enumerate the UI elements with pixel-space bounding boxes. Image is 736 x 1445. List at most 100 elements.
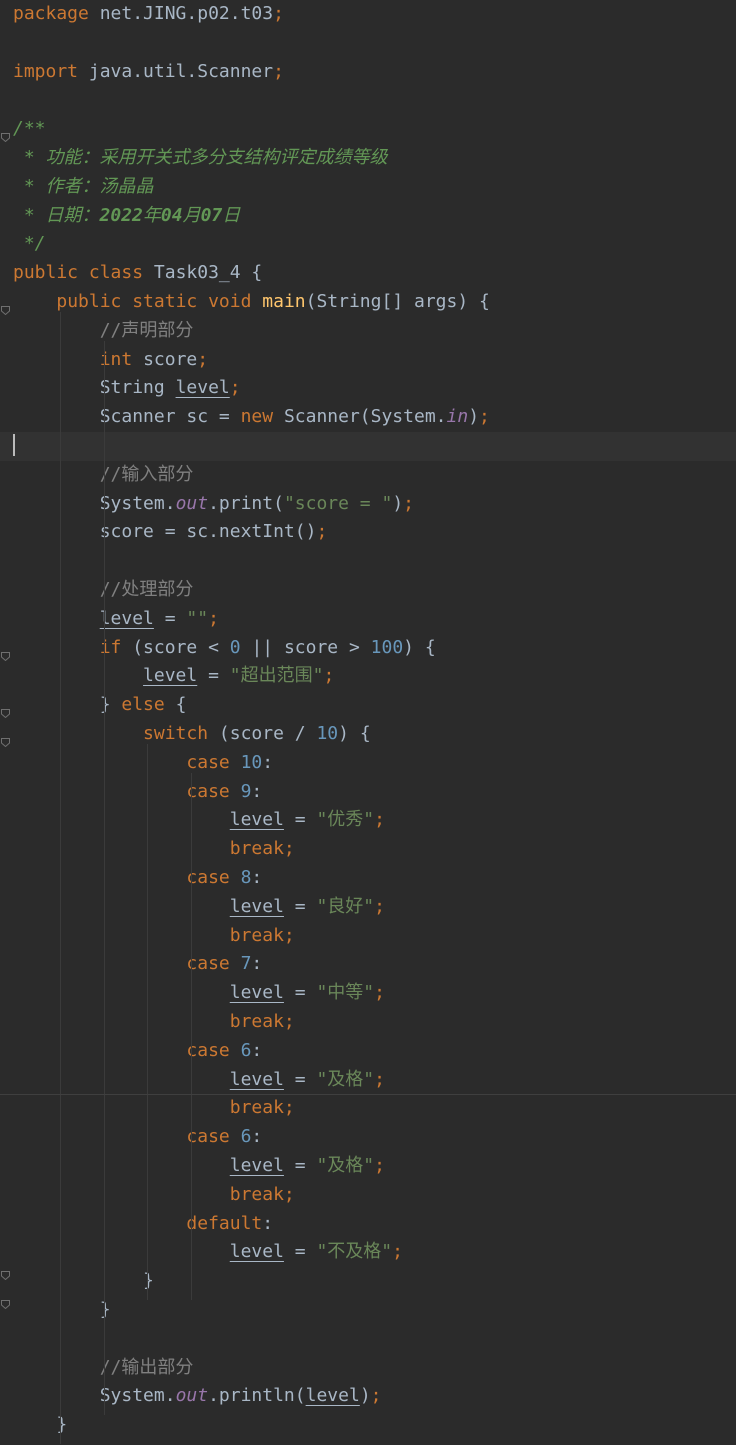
code-line[interactable] xyxy=(0,86,736,115)
code-line[interactable] xyxy=(0,1325,736,1354)
fold-marker-icon[interactable] xyxy=(1,1300,10,1309)
code-line[interactable]: int score; xyxy=(0,346,736,375)
code-line[interactable] xyxy=(0,29,736,58)
code-token: public class xyxy=(13,262,154,284)
code-token: : xyxy=(262,751,274,773)
fold-marker-icon[interactable] xyxy=(1,1271,10,1281)
code-line[interactable]: } xyxy=(0,1411,736,1440)
code-line[interactable]: level = "中等"; xyxy=(0,979,736,1008)
code-line[interactable]: } xyxy=(0,1296,736,1325)
code-line[interactable]: case 10: xyxy=(0,749,736,778)
fold-marker-icon[interactable] xyxy=(1,738,10,747)
code-token: ; xyxy=(229,377,241,399)
code-line[interactable]: level = "不及格"; xyxy=(0,1238,736,1267)
code-line[interactable]: case 9: xyxy=(0,778,736,807)
code-line[interactable]: level = "良好"; xyxy=(0,893,736,922)
code-line[interactable]: case 6: xyxy=(0,1123,736,1152)
code-line[interactable]: */ xyxy=(0,230,736,259)
code-line[interactable]: System.out.println(level); xyxy=(0,1382,736,1411)
code-token: 04 xyxy=(160,204,183,226)
indent-guide xyxy=(103,340,105,1416)
code-line[interactable]: level = "优秀"; xyxy=(0,806,736,835)
code-token: "中等" xyxy=(316,982,375,1004)
code-line[interactable]: case 7: xyxy=(0,950,736,979)
code-token: 6 xyxy=(240,1126,252,1148)
code-token: 年 xyxy=(142,204,161,226)
code-token: "及格" xyxy=(316,1155,375,1176)
fold-marker-icon[interactable] xyxy=(1,306,10,315)
code-line[interactable]: /** xyxy=(0,115,736,144)
code-line[interactable]: case 6: xyxy=(0,1037,736,1066)
code-token: 9 xyxy=(240,780,252,802)
code-token: : xyxy=(251,867,263,888)
code-token: } xyxy=(13,1299,111,1320)
code-token: ) xyxy=(468,406,480,428)
code-line[interactable]: level = "超出范围"; xyxy=(0,662,736,691)
code-line[interactable] xyxy=(0,432,736,461)
code-line[interactable] xyxy=(0,547,736,576)
code-line[interactable]: //处理部分 xyxy=(0,576,736,605)
code-line[interactable]: String level; xyxy=(0,374,736,403)
code-line-text: break; xyxy=(13,1094,295,1123)
code-line[interactable]: default: xyxy=(0,1210,736,1239)
fold-marker-icon[interactable] xyxy=(1,651,10,661)
code-line[interactable]: break; xyxy=(0,1008,736,1037)
code-line[interactable]: //输入部分 xyxy=(0,461,736,490)
code-line[interactable]: public static void main(String[] args) { xyxy=(0,288,736,317)
code-token: "超出范围" xyxy=(229,665,324,687)
code-line[interactable]: System.out.print("score = "); xyxy=(0,490,736,519)
code-line[interactable]: switch (score / 10) { xyxy=(0,720,736,749)
code-line[interactable]: } else { xyxy=(0,691,736,720)
code-line[interactable]: score = sc.nextInt(); xyxy=(0,518,736,547)
code-token: level xyxy=(229,1155,284,1176)
code-token: */ xyxy=(13,233,46,255)
fold-marker-icon[interactable] xyxy=(1,133,10,143)
code-token: ; xyxy=(374,895,385,917)
fold-marker-icon[interactable] xyxy=(1,709,10,719)
code-line-text: /** xyxy=(13,115,46,144)
code-line[interactable]: public class Task03_4 { xyxy=(0,259,736,288)
code-line[interactable]: level = ""; xyxy=(0,605,736,634)
code-line-text: package net.JING.p02.t03; xyxy=(13,0,284,29)
code-token: ; xyxy=(374,982,385,1004)
code-line-text: } xyxy=(13,1296,111,1325)
code-line[interactable]: case 8: xyxy=(0,864,736,893)
code-editor[interactable]: package net.JING.p02.t03; import java.uti… xyxy=(0,0,736,1445)
code-token: ; xyxy=(197,348,209,370)
code-line[interactable]: break; xyxy=(0,835,736,864)
code-line[interactable]: if (score < 0 || score > 100) { xyxy=(0,634,736,663)
code-token: in xyxy=(446,406,469,428)
code-token: //输入部分 xyxy=(99,463,194,485)
code-line-text: public class Task03_4 { xyxy=(13,259,262,288)
code-line[interactable]: level = "及格"; xyxy=(0,1066,736,1095)
code-token: 100 xyxy=(370,636,404,658)
code-line[interactable]: break; xyxy=(0,1094,736,1123)
code-line[interactable]: break; xyxy=(0,922,736,951)
code-line[interactable]: level = "及格"; xyxy=(0,1152,736,1181)
code-token: "优秀" xyxy=(316,809,375,831)
code-line[interactable]: package net.JING.p02.t03; xyxy=(0,0,736,29)
code-token: ; xyxy=(374,1155,385,1176)
code-token: //声明部分 xyxy=(99,319,194,341)
code-token: ; xyxy=(273,3,284,24)
code-token: /** xyxy=(13,118,46,140)
code-token: ; xyxy=(392,1241,403,1263)
code-line[interactable]: //输出部分 xyxy=(0,1354,736,1383)
code-line-text: * 作者：汤晶晶 xyxy=(13,173,154,202)
code-line[interactable]: Scanner sc = new Scanner(System.in); xyxy=(0,403,736,432)
code-line[interactable]: import java.util.Scanner; xyxy=(0,58,736,87)
code-area[interactable]: package net.JING.p02.t03; import java.uti… xyxy=(0,0,736,1445)
code-line[interactable]: * 作者：汤晶晶 xyxy=(0,173,736,202)
code-token: public static void xyxy=(56,291,263,312)
code-line[interactable]: //声明部分 xyxy=(0,317,736,346)
code-line[interactable]: * 功能：采用开关式多分支结构评定成绩等级 xyxy=(0,144,736,173)
code-token: = xyxy=(283,895,317,917)
code-line[interactable]: * 日期：2022年04月07日 xyxy=(0,202,736,231)
code-line[interactable]: } xyxy=(0,1267,736,1296)
code-line[interactable]: break; xyxy=(0,1181,736,1210)
code-token: score = sc.nextInt() xyxy=(13,521,317,543)
